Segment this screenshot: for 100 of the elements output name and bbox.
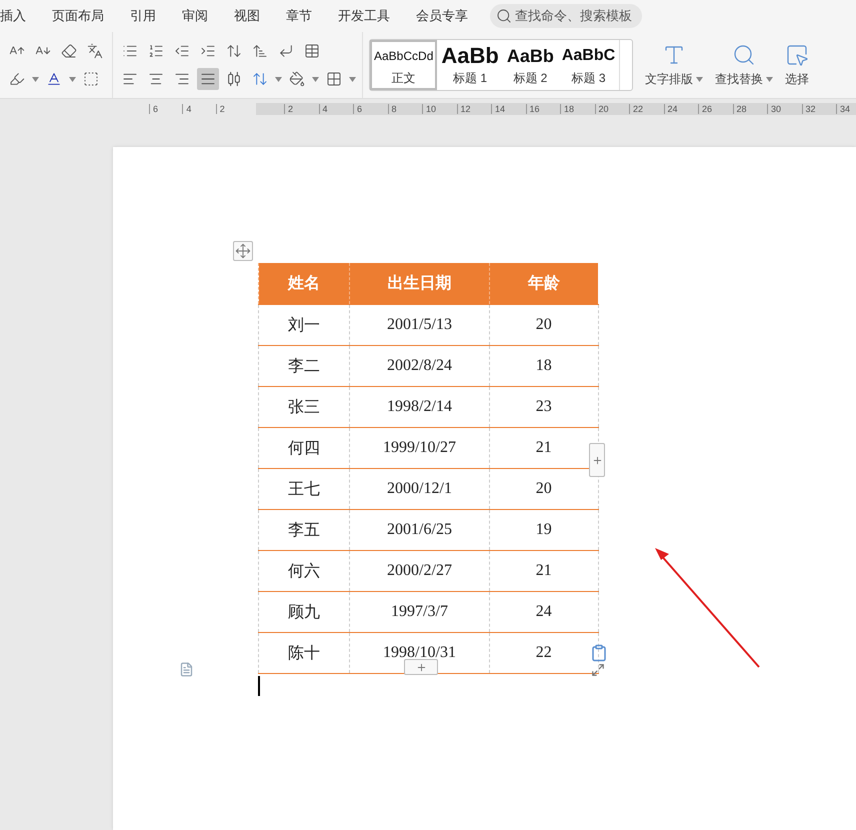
plus-icon [416, 662, 426, 672]
table-cell: 顾九 [258, 592, 350, 632]
table-cell: 20 [490, 304, 598, 346]
align-icon [174, 71, 190, 87]
ruler-number: 6 [149, 104, 182, 114]
style-label: 标题 1 [453, 70, 488, 86]
table-cell: 何四 [258, 428, 350, 468]
table-cell: 2000/2/27 [350, 550, 490, 592]
ruler-number: 22 [629, 104, 664, 114]
outdent-icon [174, 43, 190, 59]
ruler-number: 26 [698, 104, 733, 114]
table-cell: 1998/2/14 [350, 386, 490, 428]
text-cursor [258, 676, 260, 696]
table-cell: 李五 [258, 510, 350, 550]
text-direction-icon [226, 43, 242, 59]
ruler-number: 10 [422, 104, 457, 114]
paint-bucket-icon [289, 71, 305, 87]
sort-icon [252, 43, 268, 59]
line-break-icon [278, 43, 294, 59]
ruler-number: 12 [456, 104, 492, 114]
table-cell: 21 [490, 550, 598, 592]
ruler-number: 18 [560, 104, 595, 114]
ruler-number: 24 [664, 104, 698, 114]
plus-icon [592, 454, 602, 466]
menu-tab[interactable]: 页面布局 [52, 7, 122, 25]
ruler-number: 16 [526, 104, 560, 114]
search-field[interactable]: 查找命令、搜索模板 [490, 4, 642, 28]
table-cell: 2001/6/25 [350, 510, 490, 550]
menu-tab[interactable]: 审阅 [182, 7, 226, 25]
table-cell: 19 [490, 510, 598, 550]
char-border-icon [83, 71, 99, 87]
search-placeholder: 查找命令、搜索模板 [515, 7, 632, 25]
caret-icon [275, 76, 282, 82]
menu-tab[interactable]: 开发工具 [338, 7, 408, 25]
ruler-number: 32 [802, 104, 836, 114]
align-button[interactable] [197, 68, 219, 90]
table-cell: 2001/5/13 [350, 304, 490, 346]
ruler-number: 8 [388, 104, 422, 114]
table-cell: 22 [490, 632, 598, 674]
caret-icon [312, 76, 319, 82]
table-cell: 2000/12/1 [350, 468, 490, 510]
table-cell: 1997/3/7 [350, 592, 490, 632]
table-grid-icon [304, 43, 320, 59]
ruler-number: 4 [182, 104, 216, 114]
style-preview: AaBb [506, 44, 554, 68]
style-item[interactable]: AaBbCcDd 正文 [370, 40, 438, 90]
table-cell: 24 [490, 592, 598, 632]
align-icon [226, 71, 242, 87]
line-spacing-icon [252, 71, 268, 87]
table-cell: 2002/8/24 [350, 346, 490, 386]
ruler-number: 2 [216, 104, 250, 114]
ribbon-button[interactable]: 文字排版 [639, 32, 710, 98]
menu-tab[interactable]: 章节 [286, 7, 330, 25]
style-preview: AaBbCcDd [374, 48, 434, 64]
style-label: 标题 3 [572, 70, 606, 86]
table-cell: 张三 [258, 386, 350, 428]
search-icon [496, 8, 512, 24]
menu-tab[interactable]: 视图 [234, 7, 278, 25]
select-icon [785, 42, 810, 66]
table-cell: 18 [490, 346, 598, 386]
table-cell: 王七 [258, 468, 350, 510]
menu-tab[interactable]: 引用 [130, 7, 174, 25]
ruler-number: 14 [491, 104, 526, 114]
header-cell: 姓名 [258, 263, 350, 304]
paste-options-icon[interactable] [590, 644, 608, 662]
ruler-number: 20 [594, 104, 630, 114]
style-label: 标题 2 [513, 70, 548, 86]
menu-tab[interactable]: 插入 [0, 7, 44, 25]
table-cell: 1999/10/27 [350, 428, 490, 468]
ruler-number: 28 [732, 104, 768, 114]
resize-icon[interactable] [591, 663, 605, 677]
move-table-button[interactable] [233, 241, 253, 261]
font-color-icon [46, 71, 62, 87]
header-cell: 出生日期 [350, 263, 490, 304]
table-cell: 23 [490, 386, 598, 428]
menu-tab[interactable]: 会员专享 [416, 7, 486, 25]
indent-icon [200, 43, 216, 59]
style-label: 正文 [392, 70, 416, 86]
ruler-number: 30 [767, 104, 802, 114]
table-cell: 李二 [258, 346, 350, 386]
move-icon [235, 243, 251, 259]
caret-icon [349, 76, 356, 82]
add-row-button[interactable] [404, 659, 438, 675]
ruler-number: 34 [836, 104, 856, 114]
ruler-number: 6 [353, 104, 388, 114]
table-cell: 陈十 [258, 632, 350, 674]
search-icon [732, 42, 756, 66]
table-cell: 刘一 [258, 304, 350, 346]
numbered-list-icon [148, 43, 164, 59]
ruler-number: 2 [284, 104, 319, 114]
table-cell: 何六 [258, 550, 350, 592]
ribbon-button[interactable]: 选择 [779, 32, 816, 98]
eraser-icon [61, 43, 77, 59]
align-icon [200, 71, 216, 87]
header-cell: 年龄 [490, 263, 598, 304]
style-preview: AaBbC [562, 46, 616, 66]
style-preview: AaBb [441, 44, 499, 68]
ribbon-button[interactable]: 查找替换 [709, 32, 780, 98]
highlighter-icon [9, 71, 25, 87]
add-column-button[interactable] [589, 443, 605, 477]
